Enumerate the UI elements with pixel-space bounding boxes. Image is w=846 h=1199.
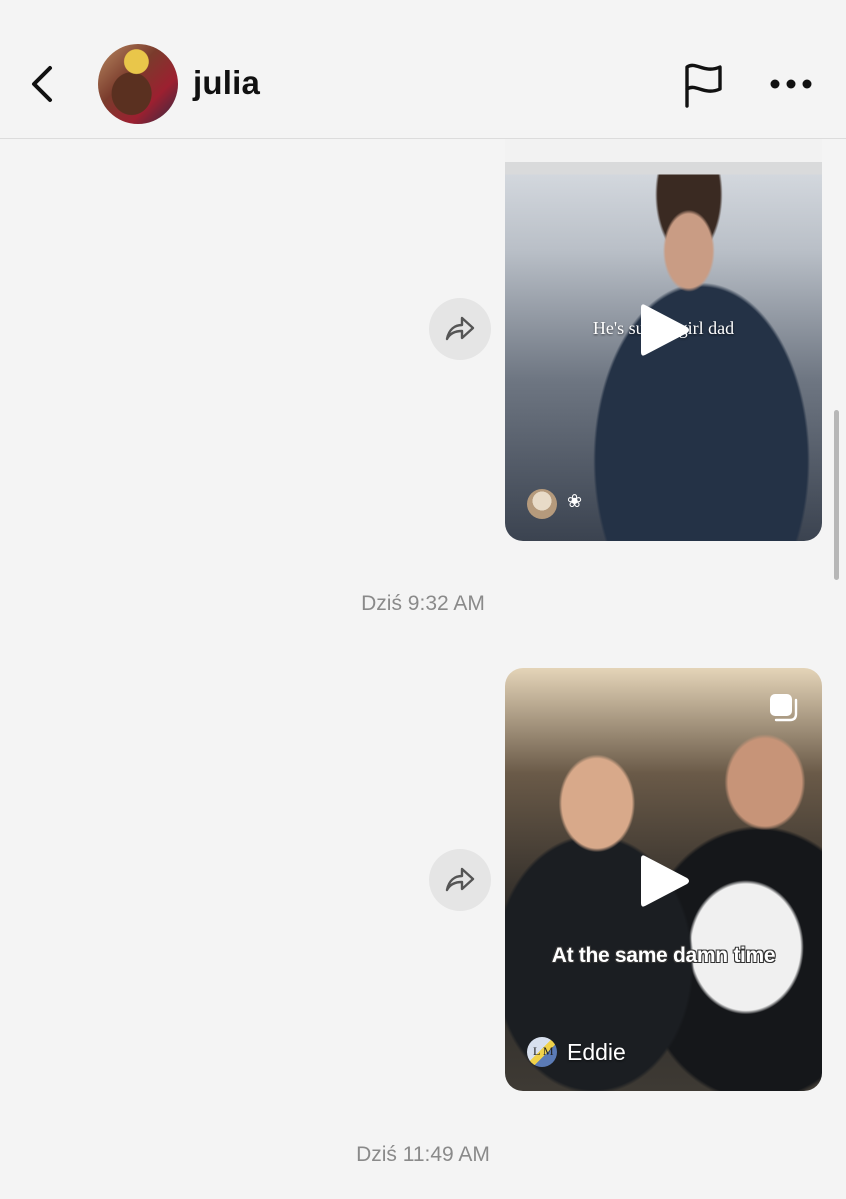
author-avatar-text: L M: [533, 1044, 554, 1058]
chat-username[interactable]: julia: [193, 64, 260, 102]
author-avatar: [527, 489, 557, 519]
more-horizontal-icon: [770, 79, 812, 89]
multi-photo-icon: [770, 694, 798, 722]
video-caption: At the same damn time: [551, 944, 776, 967]
share-button[interactable]: [429, 298, 491, 360]
message-timestamp: Dziś 9:32 AM: [361, 592, 485, 615]
author-name: Eddie: [567, 1039, 626, 1065]
play-icon: [641, 855, 689, 907]
shared-video-card[interactable]: At the same damn time L M Eddie: [505, 668, 822, 1091]
play-icon: [641, 304, 689, 356]
avatar[interactable]: [98, 44, 178, 124]
shared-video-card[interactable]: He's such a girl dad ❀: [505, 138, 822, 541]
flower-icon: ❀: [567, 491, 583, 511]
back-button[interactable]: [24, 60, 64, 108]
share-button[interactable]: [429, 849, 491, 911]
share-arrow-icon: [445, 316, 475, 341]
flag-icon: [685, 63, 722, 108]
author-avatar: L M: [527, 1037, 557, 1067]
more-options-button[interactable]: [768, 70, 814, 98]
message-timestamp: Dziś 11:49 AM: [356, 1143, 490, 1166]
scrollbar[interactable]: [834, 410, 839, 580]
report-button[interactable]: [682, 62, 726, 108]
chat-header: julia: [0, 0, 846, 139]
chevron-left-icon: [32, 66, 52, 102]
share-arrow-icon: [445, 867, 475, 892]
